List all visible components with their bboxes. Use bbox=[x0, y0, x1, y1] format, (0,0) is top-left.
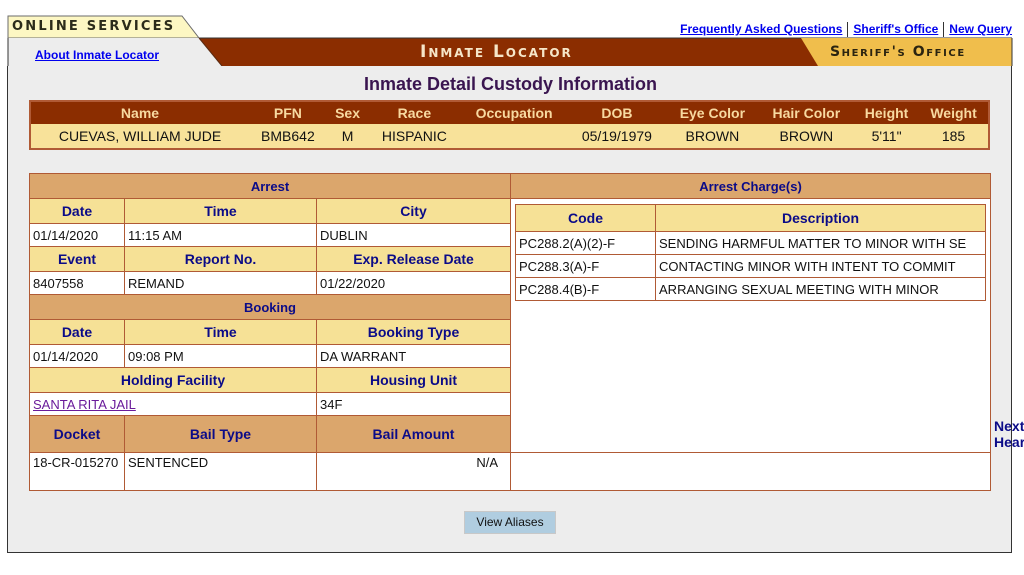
summary-header-row: Name PFN Sex Race Occupation DOB Eye Col… bbox=[30, 101, 989, 124]
col-pfn: PFN bbox=[249, 101, 327, 124]
new-query-link[interactable]: New Query bbox=[949, 22, 1012, 36]
col-sex: Sex bbox=[326, 101, 369, 124]
charges-container: Code Description PC288.2(A)(2)-F SENDING… bbox=[510, 198, 992, 453]
booking-section-header: Booking bbox=[28, 294, 512, 320]
bail-type-header: Bail Type bbox=[124, 415, 317, 453]
charges-section-header: Arrest Charge(s) bbox=[510, 173, 992, 199]
custody-detail-table: Arrest Arrest Charge(s) Date Time City C… bbox=[28, 173, 1024, 491]
arrest-city-header: City bbox=[315, 198, 512, 224]
sheriffs-office-link[interactable]: Sheriff's Office bbox=[853, 22, 938, 36]
arrest-date: 01/14/2020 bbox=[29, 223, 125, 247]
arrest-date-header: Date bbox=[29, 198, 125, 224]
charge-row: PC288.2(A)(2)-F SENDING HARMFUL MATTER T… bbox=[515, 231, 987, 255]
col-dob: DOB bbox=[567, 101, 667, 124]
booking-type-header: Booking Type bbox=[315, 319, 512, 345]
inmate-occupation bbox=[460, 124, 568, 149]
charges-table: Code Description PC288.2(A)(2)-F SENDING… bbox=[515, 204, 987, 301]
charge-description: CONTACTING MINOR WITH INTENT TO COMMIT bbox=[655, 254, 987, 278]
bail-type-value: SENTENCED bbox=[124, 452, 317, 491]
bail-amount-value: N/A bbox=[315, 452, 512, 491]
inmate-name: CUEVAS, WILLIAM JUDE bbox=[30, 124, 249, 149]
col-hair-color: Hair Color bbox=[758, 101, 855, 124]
housing-unit-header: Housing Unit bbox=[315, 367, 512, 393]
page-title: Inmate Detail Custody Information bbox=[363, 74, 658, 94]
inmate-pfn: BMB642 bbox=[249, 124, 327, 149]
charge-description: SENDING HARMFUL MATTER TO MINOR WITH SE bbox=[655, 231, 987, 255]
charge-row: PC288.4(B)-F ARRANGING SEXUAL MEETING WI… bbox=[515, 277, 987, 301]
charge-description: ARRANGING SEXUAL MEETING WITH MINOR bbox=[655, 277, 987, 301]
summary-value-row: CUEVAS, WILLIAM JUDE BMB642 M HISPANIC 0… bbox=[30, 124, 989, 149]
main-panel: Inmate Detail Custody Information Name P… bbox=[7, 66, 1024, 553]
inmate-race: HISPANIC bbox=[368, 124, 461, 149]
holding-facility-cell: SANTA RITA JAIL bbox=[29, 392, 317, 416]
view-aliases-button[interactable]: View Aliases bbox=[464, 511, 556, 534]
next-hearings-value bbox=[510, 452, 992, 491]
charge-code: PC288.3(A)-F bbox=[515, 254, 657, 278]
sheriff-office-banner: Sheriff's Office bbox=[830, 44, 966, 60]
booking-type: DA WARRANT bbox=[315, 344, 512, 368]
charge-code: PC288.4(B)-F bbox=[515, 277, 657, 301]
charge-row: PC288.3(A)-F CONTACTING MINOR WITH INTEN… bbox=[515, 254, 987, 278]
event-value: 8407558 bbox=[29, 271, 125, 295]
online-services-label: ONLINE SERVICES bbox=[12, 19, 176, 34]
link-separator bbox=[847, 22, 849, 38]
inmate-hair-color: BROWN bbox=[758, 124, 855, 149]
faq-link[interactable]: Frequently Asked Questions bbox=[680, 22, 842, 36]
top-nav-links: Frequently Asked Questions Sheriff's Offi… bbox=[680, 22, 1012, 38]
report-no-header: Report No. bbox=[124, 246, 317, 272]
report-no-value: REMAND bbox=[124, 271, 317, 295]
arrest-city: DUBLIN bbox=[315, 223, 512, 247]
col-weight: Weight bbox=[919, 101, 989, 124]
inmate-dob: 05/19/1979 bbox=[567, 124, 667, 149]
charge-code: PC288.2(A)(2)-F bbox=[515, 231, 657, 255]
docket-header: Docket bbox=[29, 415, 125, 453]
col-name: Name bbox=[30, 101, 249, 124]
col-height: Height bbox=[854, 101, 920, 124]
bail-amount-header: Bail Amount bbox=[315, 415, 512, 453]
booking-date: 01/14/2020 bbox=[29, 344, 125, 368]
inmate-eye-color: BROWN bbox=[666, 124, 759, 149]
about-inmate-locator-link[interactable]: About Inmate Locator bbox=[35, 48, 159, 62]
col-occupation: Occupation bbox=[460, 101, 568, 124]
charge-description-header: Description bbox=[655, 204, 987, 232]
inmate-weight: 185 bbox=[919, 124, 989, 149]
link-separator bbox=[943, 22, 945, 38]
booking-time-header: Time bbox=[124, 319, 317, 345]
charge-code-header: Code bbox=[515, 204, 657, 232]
inmate-summary-table: Name PFN Sex Race Occupation DOB Eye Col… bbox=[29, 100, 990, 150]
booking-time: 09:08 PM bbox=[124, 344, 317, 368]
app-title: Inmate Locator bbox=[420, 42, 573, 62]
arrest-time-header: Time bbox=[124, 198, 317, 224]
exp-release-date-value: 01/22/2020 bbox=[315, 271, 512, 295]
col-eye-color: Eye Color bbox=[666, 101, 759, 124]
arrest-time: 11:15 AM bbox=[124, 223, 317, 247]
arrest-section-header: Arrest bbox=[28, 173, 512, 199]
exp-release-date-header: Exp. Release Date bbox=[315, 246, 512, 272]
inmate-sex: M bbox=[326, 124, 369, 149]
holding-facility-link[interactable]: SANTA RITA JAIL bbox=[33, 397, 136, 412]
housing-unit: 34F bbox=[315, 392, 512, 416]
booking-date-header: Date bbox=[29, 319, 125, 345]
holding-facility-header: Holding Facility bbox=[29, 367, 317, 393]
col-race: Race bbox=[368, 101, 461, 124]
event-header: Event bbox=[29, 246, 125, 272]
inmate-height: 5'11" bbox=[854, 124, 920, 149]
docket-value: 18-CR-015270 bbox=[29, 452, 125, 491]
